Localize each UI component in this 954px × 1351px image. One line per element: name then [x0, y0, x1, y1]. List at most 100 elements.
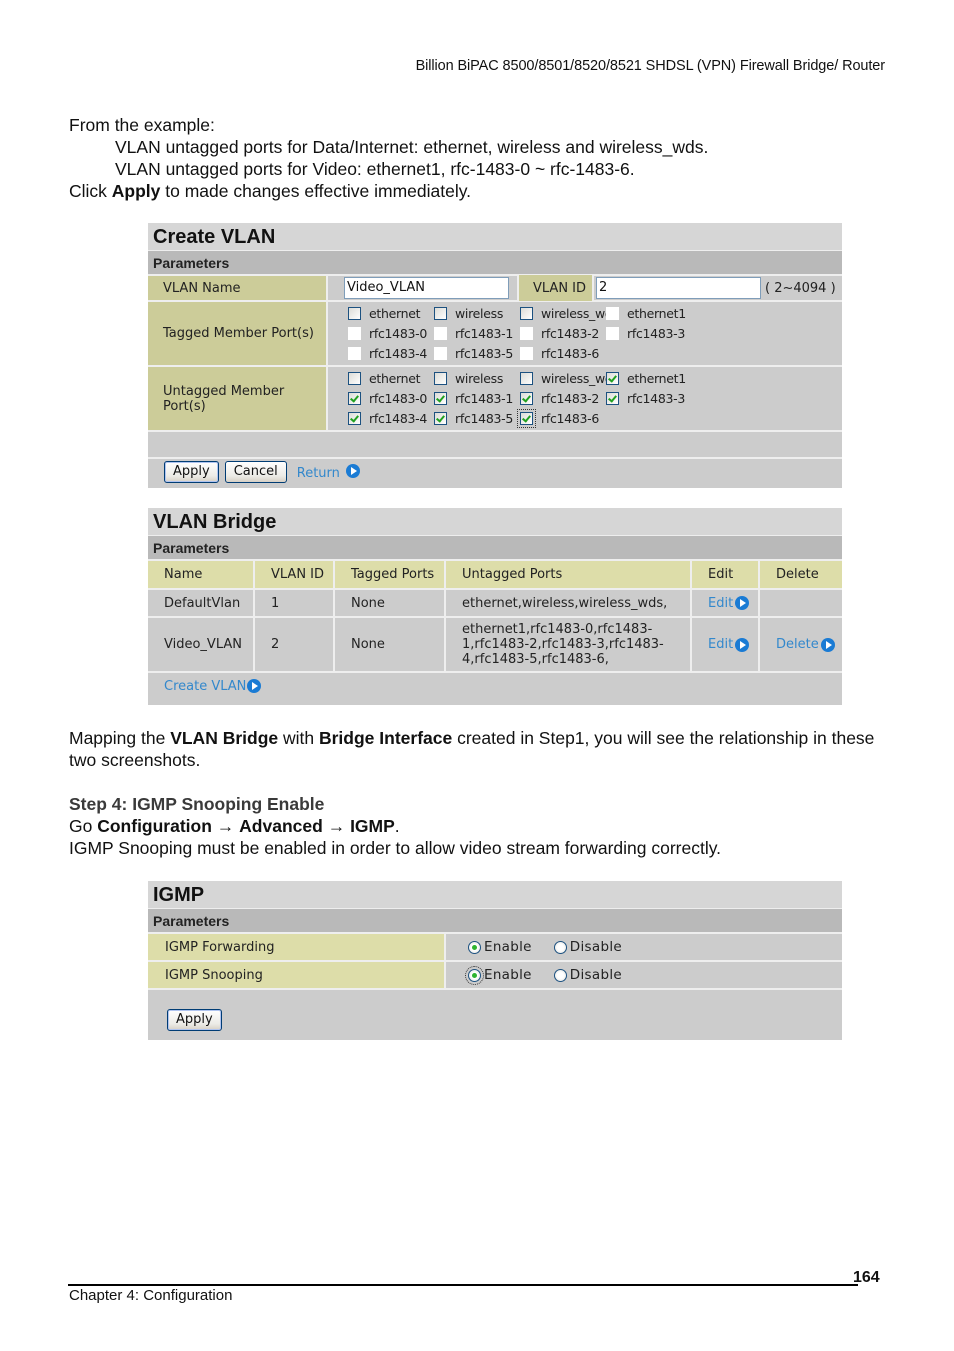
port-label: rfc1483-6	[541, 346, 599, 361]
checkbox-unchecked-icon[interactable]	[348, 307, 361, 320]
tagged-ports-row: Tagged Member Port(s) ethernet wireless wi…	[148, 302, 842, 367]
checkbox-checked-icon[interactable]	[434, 392, 447, 405]
port-checkbox-item[interactable]: wireless_wds	[520, 306, 619, 321]
create-vlan-link[interactable]: Create VLAN	[164, 679, 262, 694]
checkbox-unchecked-icon[interactable]	[520, 372, 533, 385]
untagged-ports-row: Untagged Member Port(s) ethernet wireless…	[148, 367, 842, 432]
disable-radio[interactable]: Disable	[553, 967, 622, 983]
disable-radio[interactable]: Disable	[553, 939, 622, 955]
bold-text: Apply	[111, 181, 161, 201]
checkbox-unchecked-icon[interactable]	[434, 307, 447, 320]
port-checkbox-item[interactable]: rfc1483-4	[348, 346, 434, 361]
radio-selected-icon	[468, 940, 481, 954]
checkbox-checked-icon[interactable]	[348, 392, 361, 405]
enable-radio[interactable]: Enable	[465, 965, 532, 985]
checkbox-checked-icon[interactable]	[520, 392, 533, 405]
edit-link[interactable]: Edit	[708, 596, 750, 611]
checkbox-checked-icon[interactable]	[517, 409, 536, 428]
port-checkbox-item[interactable]: rfc1483-4	[348, 411, 434, 426]
bold-text: Configuration	[97, 816, 212, 836]
untagged-ports-grid: ethernet wireless wireless_wds ethernet1 rfc…	[328, 371, 692, 428]
port-checkbox-item[interactable]: ethernet	[348, 371, 434, 386]
port-checkbox-item[interactable]: wireless_wds	[520, 371, 619, 386]
intro-line: VLAN untagged ports for Data/Internet: e…	[115, 137, 709, 157]
checkbox-unchecked-icon[interactable]	[434, 327, 447, 340]
port-checkbox-item[interactable]: rfc1483-1	[434, 326, 520, 341]
port-label: rfc1483-2	[541, 391, 599, 406]
port-label: rfc1483-4	[369, 346, 427, 361]
intro-line: VLAN untagged ports for Video: ethernet1…	[115, 159, 635, 179]
intro-line: From the example:	[69, 115, 215, 135]
checkbox-unchecked-icon[interactable]	[348, 347, 361, 360]
vlan-name-label: VLAN Name	[148, 276, 328, 300]
radio-label: Enable	[484, 967, 532, 983]
port-label: rfc1483-5	[455, 411, 513, 426]
checkbox-unchecked-icon[interactable]	[520, 307, 533, 320]
cancel-button[interactable]: Cancel	[224, 460, 287, 483]
delete-link[interactable]: Delete	[776, 637, 835, 652]
port-checkbox-item[interactable]: rfc1483-0	[348, 326, 434, 341]
port-checkbox-item[interactable]: rfc1483-2	[520, 391, 606, 406]
port-label: ethernet	[369, 371, 421, 386]
checkbox-unchecked-icon[interactable]	[606, 327, 619, 340]
igmp-forwarding-options: Enable Disable	[446, 934, 622, 960]
checkbox-checked-icon[interactable]	[348, 412, 361, 425]
column-header: Delete	[759, 561, 842, 590]
port-label: wireless	[455, 306, 504, 321]
apply-button[interactable]: Apply	[164, 460, 219, 483]
checkbox-unchecked-icon[interactable]	[348, 327, 361, 340]
vlan-bridge-panel: VLAN Bridge Parameters Name VLAN ID Tagg…	[148, 508, 842, 705]
checkbox-unchecked-icon[interactable]	[520, 347, 533, 360]
port-checkbox-item[interactable]: rfc1483-2	[520, 326, 606, 341]
column-header: Name	[148, 561, 255, 590]
apply-button[interactable]: Apply	[167, 1009, 222, 1031]
edit-link[interactable]: Edit	[708, 637, 750, 652]
arrow-icon: →	[216, 816, 235, 836]
action-bar: Apply Cancel Return	[148, 459, 842, 484]
column-header: VLAN ID	[254, 561, 335, 590]
arrow-right-icon	[735, 596, 750, 610]
panel-title: Create VLAN	[148, 223, 842, 251]
step-description: IGMP Snooping must be enabled in order t…	[69, 838, 722, 858]
checkbox-unchecked-icon[interactable]	[434, 347, 447, 360]
port-checkbox-item[interactable]: rfc1483-6	[517, 409, 606, 428]
checkbox-unchecked-icon[interactable]	[434, 372, 447, 385]
port-checkbox-item[interactable]: wireless	[434, 306, 520, 321]
port-checkbox-item[interactable]: rfc1483-5	[434, 411, 520, 426]
checkbox-unchecked-icon[interactable]	[520, 327, 533, 340]
port-checkbox-item[interactable]: ethernet1	[606, 371, 692, 386]
vlan-id-range: ( 2~4094 )	[765, 280, 836, 296]
checkbox-checked-icon[interactable]	[434, 412, 447, 425]
port-checkbox-item[interactable]: rfc1483-6	[520, 346, 606, 361]
nav-path: Go Configuration → Advanced → IGMP.	[69, 815, 889, 837]
checkbox-unchecked-icon[interactable]	[348, 372, 361, 385]
checkbox-unchecked-icon[interactable]	[606, 307, 619, 320]
bold-text: VLAN Bridge	[170, 728, 279, 748]
port-label: rfc1483-0	[369, 391, 427, 406]
port-checkbox-item[interactable]: rfc1483-5	[434, 346, 520, 361]
port-label: rfc1483-1	[455, 326, 513, 341]
port-checkbox-item[interactable]: ethernet1	[606, 306, 692, 321]
vlan-id-label: VLAN ID	[517, 275, 594, 301]
return-link[interactable]: Return	[297, 463, 360, 481]
port-label: rfc1483-0	[369, 326, 427, 341]
cell-edit: Edit	[691, 617, 760, 673]
port-label: wireless	[455, 371, 504, 386]
checkbox-checked-icon[interactable]	[606, 372, 619, 385]
vlan-id-input[interactable]: 2	[596, 277, 761, 299]
radio-label: Disable	[569, 967, 622, 983]
port-checkbox-item[interactable]: rfc1483-3	[606, 326, 692, 341]
port-checkbox-item[interactable]: ethernet	[348, 306, 434, 321]
port-checkbox-item[interactable]: rfc1483-1	[434, 391, 520, 406]
arrow-right-icon	[820, 637, 835, 652]
checkbox-checked-icon[interactable]	[606, 392, 619, 405]
cell-vlan-id: 2	[254, 617, 335, 673]
port-checkbox-item[interactable]: rfc1483-0	[348, 391, 434, 406]
tagged-ports-cell: ethernet wireless wireless_wds ethernet1 rfc…	[328, 302, 692, 365]
vlan-name-input[interactable]: Video_VLAN	[344, 277, 509, 299]
port-checkbox-item[interactable]: wireless	[434, 371, 520, 386]
step4-section: Step 4: IGMP Snooping Enable Go Configur…	[69, 793, 889, 859]
enable-radio[interactable]: Enable	[468, 939, 532, 955]
port-checkbox-item[interactable]: rfc1483-3	[606, 391, 692, 406]
create-vlan-panel: Create VLAN Parameters VLAN Name Video_V…	[148, 223, 842, 488]
